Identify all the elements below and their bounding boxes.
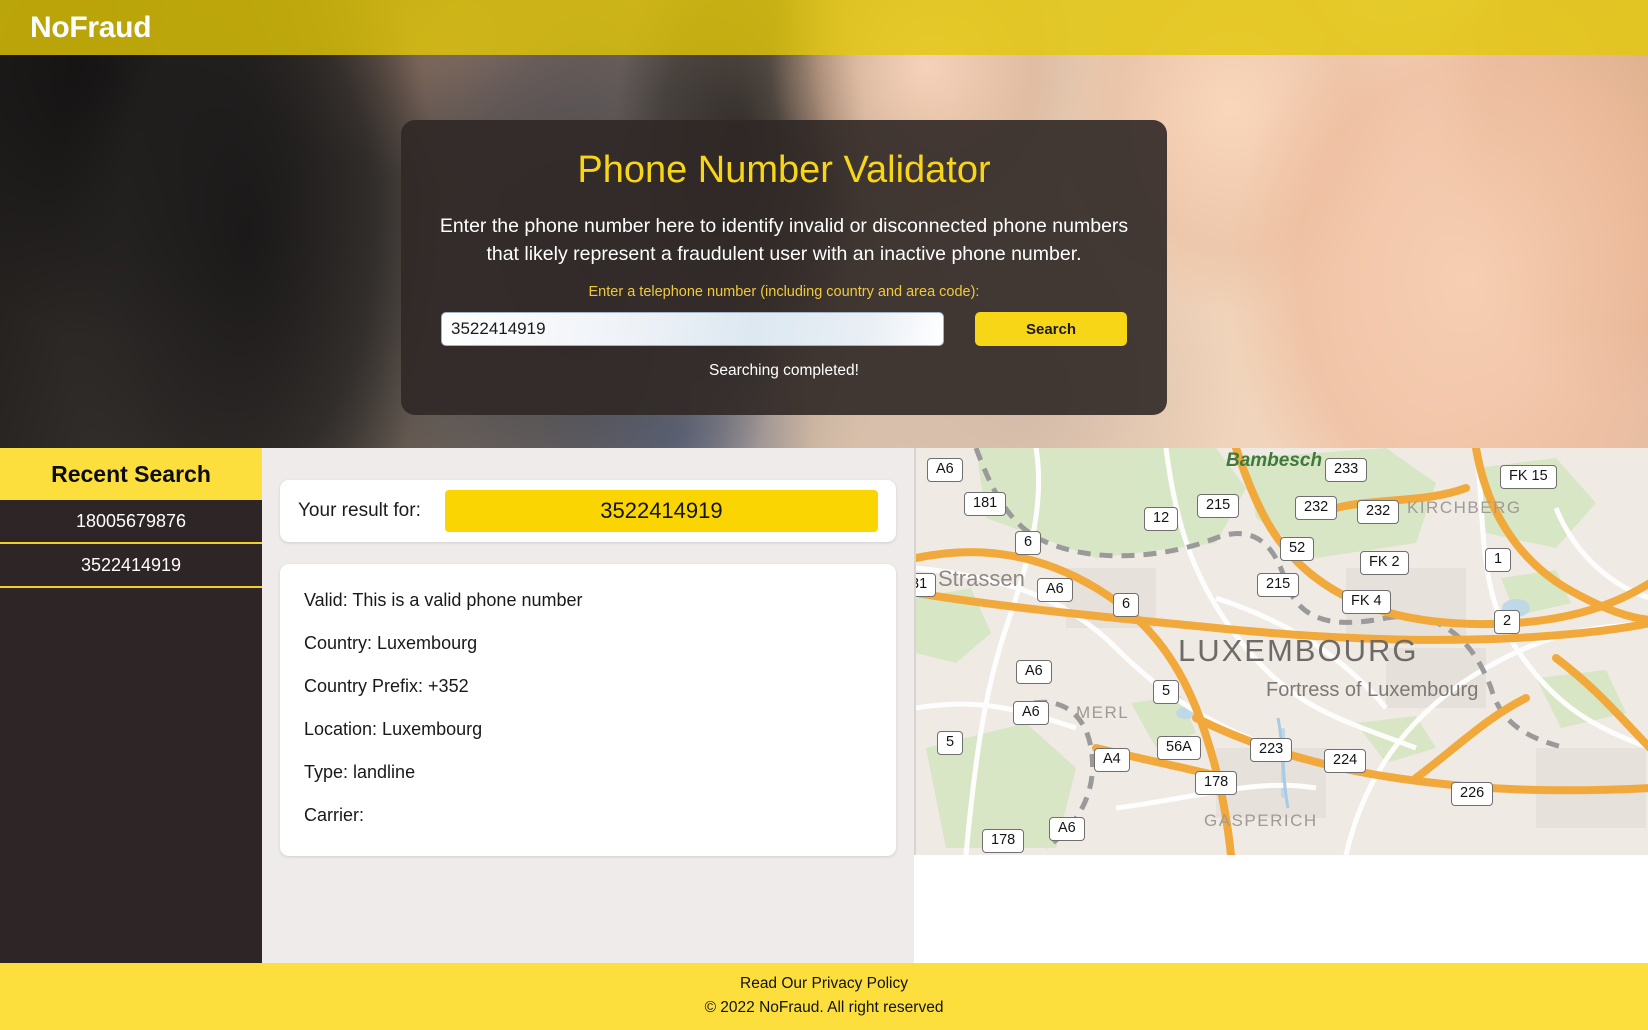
recent-search-title: Recent Search	[0, 448, 262, 500]
map-shield-181: 181	[964, 492, 1007, 516]
detail-country: Country: Luxembourg	[304, 633, 478, 653]
search-row: Search	[401, 312, 1167, 347]
map-shield-2: 2	[1494, 610, 1521, 634]
validator-description: Enter the phone number here to identify …	[439, 214, 1129, 266]
app-root: NoFraud Phone Number Validator Enter the…	[0, 0, 1648, 1030]
detail-carrier: Carrier:	[304, 805, 365, 825]
map-shield-224: 224	[1324, 749, 1367, 773]
map-place-gasperich: GASPERICH	[1204, 811, 1318, 830]
detail-type: Type: landline	[304, 762, 416, 782]
map-shield-5-2: 5	[937, 731, 964, 755]
phone-input-label: Enter a telephone number (including coun…	[588, 284, 980, 301]
site-footer: Read Our Privacy Policy © 2022 NoFraud. …	[0, 963, 1648, 1030]
map-place-bambesch: Bambesch	[1226, 450, 1323, 471]
results-column: Your result for: 3522414919 Valid: This …	[262, 448, 914, 963]
map-place-merl: MERL	[1076, 703, 1130, 722]
map-shield-215-2: 215	[1257, 573, 1300, 597]
map-place-luxembourg: LUXEMBOURG	[1178, 633, 1419, 668]
detail-country-prefix: Country Prefix: +352	[304, 676, 469, 696]
phone-number-input[interactable]	[441, 312, 944, 347]
privacy-policy-link[interactable]: Read Our Privacy Policy	[0, 975, 1648, 993]
map-shield-a6-3: A6	[1016, 660, 1052, 684]
map-shield-215-1: 215	[1197, 494, 1240, 518]
map-shield-fk2: FK 2	[1360, 551, 1409, 575]
map-shield-5-1: 5	[1153, 680, 1180, 704]
map-place-strassen: Strassen	[938, 566, 1025, 591]
location-map[interactable]: Bambesch Strassen LUXEMBOURG Fortress of…	[914, 448, 1648, 855]
map-shield-178-1: 178	[1195, 771, 1238, 795]
map-place-kirchberg: KIRCHBERG	[1407, 498, 1522, 517]
map-shield-226: 226	[1451, 782, 1494, 806]
hero-section: NoFraud Phone Number Validator Enter the…	[0, 0, 1648, 448]
detail-location: Location: Luxembourg	[304, 719, 483, 739]
map-shield-52: 52	[1280, 537, 1315, 561]
site-header: NoFraud	[0, 0, 1648, 55]
result-detail-card: Valid: This is a valid phone number Coun…	[280, 564, 896, 856]
map-shield-178-2: 178	[982, 829, 1025, 853]
map-shield-232-1: 232	[1295, 496, 1338, 520]
result-summary-card: Your result for: 3522414919	[280, 480, 896, 542]
map-shield-233: 233	[1325, 458, 1368, 482]
search-status-text: Searching completed!	[709, 362, 859, 380]
map-shield-6-1: 6	[1015, 531, 1042, 555]
result-phone-number: 3522414919	[444, 490, 878, 532]
validator-card: Phone Number Validator Enter the phone n…	[401, 120, 1167, 415]
result-heading: Your result for:	[298, 500, 421, 521]
map-panel: Bambesch Strassen LUXEMBOURG Fortress of…	[914, 448, 1648, 963]
map-shield-a6-2: A6	[1037, 578, 1073, 602]
map-shield-a6-1: A6	[927, 458, 963, 482]
map-shield-232-2: 232	[1357, 500, 1400, 524]
result-summary-row: Your result for: 3522414919	[280, 480, 896, 542]
brand-logo[interactable]: NoFraud	[30, 11, 152, 45]
map-shield-6-2: 6	[1113, 593, 1140, 617]
map-shield-a4: A4	[1094, 748, 1130, 772]
map-shield-fk15: FK 15	[1500, 465, 1557, 489]
map-place-fortress: Fortress of Luxembourg	[1266, 679, 1479, 701]
page-title: Phone Number Validator	[577, 149, 991, 191]
detail-valid: Valid: This is a valid phone number	[304, 590, 583, 610]
recent-search-item-2[interactable]: 3522414919	[0, 544, 262, 588]
copyright-text: © 2022 NoFraud. All right reserved	[704, 999, 944, 1016]
map-shield-a6-4: A6	[1013, 701, 1049, 725]
recent-search-item-1[interactable]: 18005679876	[0, 500, 262, 544]
map-shield-31: 31	[916, 573, 937, 597]
map-shield-a6-5: A6	[1049, 817, 1085, 841]
map-shield-1: 1	[1485, 548, 1512, 572]
map-shield-223: 223	[1250, 738, 1293, 762]
map-shield-fk4: FK 4	[1342, 590, 1391, 614]
content-area: Recent Search 18005679876 3522414919 You…	[0, 448, 1648, 963]
map-shield-12: 12	[1144, 507, 1179, 531]
search-button[interactable]: Search	[975, 312, 1127, 347]
recent-search-sidebar: Recent Search 18005679876 3522414919	[0, 448, 262, 963]
map-shield-56a: 56A	[1157, 736, 1201, 760]
